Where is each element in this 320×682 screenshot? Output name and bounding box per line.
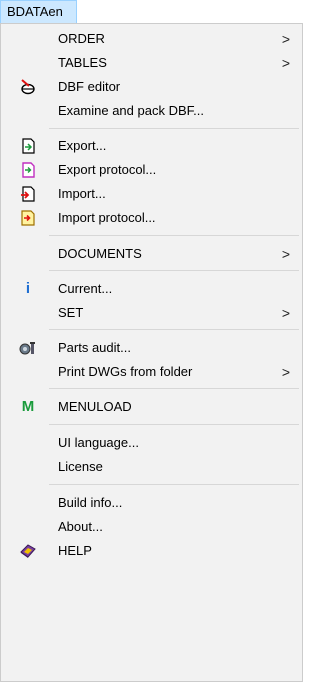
menu-item-label: Import... bbox=[58, 186, 106, 201]
import-icon bbox=[19, 186, 37, 202]
menu-item-label: Import protocol... bbox=[58, 210, 156, 225]
chevron-right-icon: > bbox=[281, 305, 290, 321]
menu-separator bbox=[49, 270, 299, 271]
menu-item-label: Export protocol... bbox=[58, 162, 157, 177]
menu-item-label: About... bbox=[58, 519, 103, 534]
menu-item-label: License bbox=[58, 459, 103, 474]
help-icon bbox=[19, 543, 37, 559]
dbf-editor-icon bbox=[19, 79, 37, 95]
menu-item-label: DOCUMENTS bbox=[58, 246, 142, 261]
menu-item-set[interactable]: SET > bbox=[3, 301, 300, 325]
menu-item-label: Print DWGs from folder bbox=[58, 364, 193, 379]
menubar-title-bdataen[interactable]: BDATAen bbox=[0, 0, 77, 24]
menu-item-about[interactable]: About... bbox=[3, 515, 300, 539]
menu-item-label: UI language... bbox=[58, 435, 139, 450]
parts-audit-icon bbox=[19, 340, 37, 356]
chevron-right-icon: > bbox=[281, 364, 290, 380]
chevron-right-icon: > bbox=[281, 246, 290, 262]
menu-item-documents[interactable]: DOCUMENTS > bbox=[3, 242, 300, 266]
menu-item-menuload[interactable]: M MENULOAD bbox=[3, 395, 300, 419]
menu-item-help[interactable]: HELP bbox=[3, 539, 300, 563]
menu-separator bbox=[49, 388, 299, 389]
menu-item-label: Build info... bbox=[58, 495, 123, 510]
menu-item-label: DBF editor bbox=[58, 79, 121, 94]
menu-item-import[interactable]: Import... bbox=[3, 182, 300, 206]
menu-item-ui-language[interactable]: UI language... bbox=[3, 431, 300, 455]
menu-item-build-info[interactable]: Build info... bbox=[3, 491, 300, 515]
menu-item-parts-audit[interactable]: Parts audit... bbox=[3, 336, 300, 360]
menu-separator bbox=[49, 235, 299, 236]
export-icon bbox=[19, 138, 37, 154]
menu-item-label: ORDER bbox=[58, 31, 105, 46]
menu-separator bbox=[49, 128, 299, 129]
info-icon: i bbox=[25, 280, 31, 297]
menu-item-label: Current... bbox=[58, 281, 113, 296]
menu-item-label: TABLES bbox=[58, 55, 107, 70]
menu-item-license[interactable]: License bbox=[3, 455, 300, 479]
chevron-right-icon: > bbox=[281, 31, 290, 47]
import-protocol-icon bbox=[19, 210, 37, 226]
dropdown-menu: ORDER > TABLES > DBF editor Examine and … bbox=[0, 23, 303, 682]
menuload-icon: M bbox=[21, 398, 35, 415]
menu-separator bbox=[49, 484, 299, 485]
menu-item-current[interactable]: i Current... bbox=[3, 277, 300, 301]
menu-item-label: MENULOAD bbox=[58, 399, 132, 414]
chevron-right-icon: > bbox=[281, 55, 290, 71]
menu-item-label: HELP bbox=[58, 543, 92, 558]
menu-item-import-protocol[interactable]: Import protocol... bbox=[3, 206, 300, 230]
menu-item-examine-pack-dbf[interactable]: Examine and pack DBF... bbox=[3, 99, 300, 123]
menu-item-dbf-editor[interactable]: DBF editor bbox=[3, 75, 300, 99]
menu-item-print-dwgs[interactable]: Print DWGs from folder > bbox=[3, 360, 300, 384]
menubar: BDATAen bbox=[0, 0, 303, 24]
menu-item-label: Examine and pack DBF... bbox=[58, 103, 204, 118]
menu-item-order[interactable]: ORDER > bbox=[3, 27, 300, 51]
menu-item-label: SET bbox=[58, 305, 84, 320]
menu-item-label: Export... bbox=[58, 138, 107, 153]
menu-item-label: Parts audit... bbox=[58, 340, 131, 355]
menu-separator bbox=[49, 329, 299, 330]
menu-separator bbox=[49, 424, 299, 425]
export-protocol-icon bbox=[19, 162, 37, 178]
menu-item-export-protocol[interactable]: Export protocol... bbox=[3, 158, 300, 182]
menu-item-export[interactable]: Export... bbox=[3, 134, 300, 158]
menu-item-tables[interactable]: TABLES > bbox=[3, 51, 300, 75]
